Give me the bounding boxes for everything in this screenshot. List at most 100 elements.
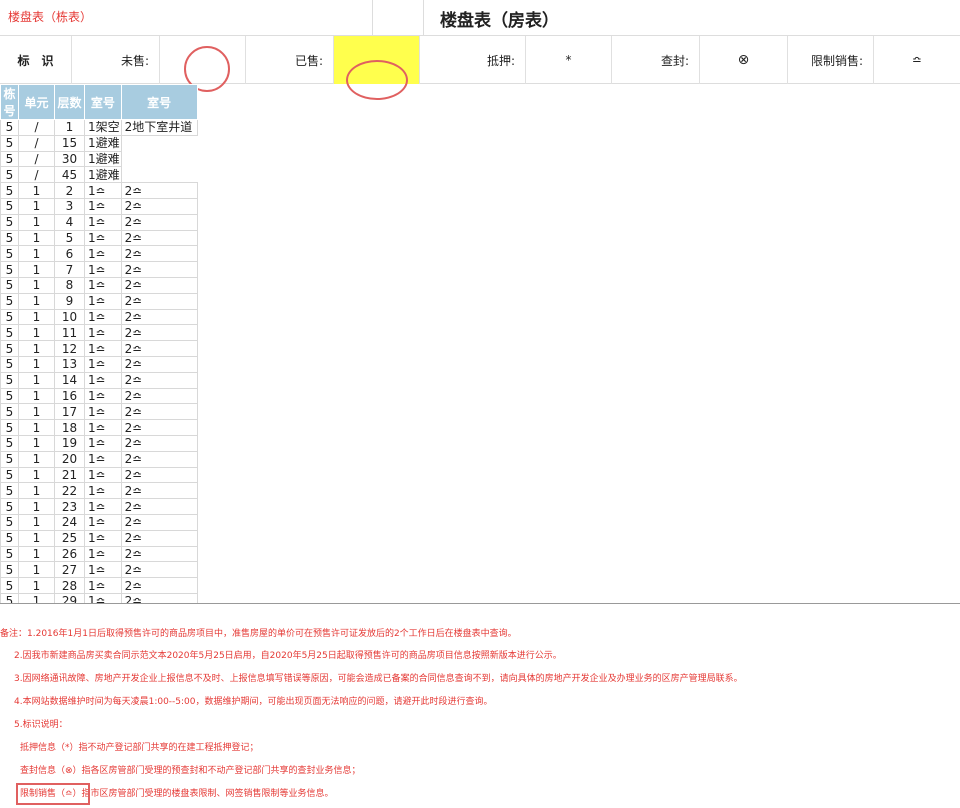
cell-room-2[interactable]: 2≏ bbox=[120, 261, 198, 278]
tab-building-table-label[interactable]: 楼盘表（栋表） bbox=[8, 8, 92, 25]
cell-room-1[interactable]: 1≏ bbox=[84, 592, 122, 603]
cell-building: 5 bbox=[0, 513, 19, 531]
cell-room-2[interactable]: 2≏ bbox=[120, 434, 198, 452]
cell-room-2[interactable]: 2≏ bbox=[120, 245, 198, 263]
table-row: 5 1 14 1≏ 2≏ bbox=[0, 371, 198, 389]
cell-room-2[interactable]: 2≏ bbox=[120, 498, 198, 515]
cell-room-1[interactable]: 1≏ bbox=[84, 545, 122, 563]
table-row: 5 1 16 1≏ 2≏ bbox=[0, 387, 198, 405]
cell-room-1[interactable]: 1架空 bbox=[84, 119, 122, 136]
cell-room-2[interactable]: 2≏ bbox=[120, 371, 198, 389]
cell-unit: 1 bbox=[18, 403, 55, 421]
table-row: 5 1 29 1≏ 2≏ bbox=[0, 592, 198, 603]
cell-room-2[interactable]: 2≏ bbox=[120, 419, 198, 436]
cell-floor: 29 bbox=[54, 592, 85, 603]
cell-building: 5 bbox=[0, 340, 19, 357]
cell-room-2[interactable]: 2≏ bbox=[120, 276, 198, 294]
cell-room-1[interactable]: 1≏ bbox=[84, 371, 122, 389]
cell-floor: 8 bbox=[54, 276, 85, 294]
cell-room-2[interactable]: 2≏ bbox=[120, 355, 198, 373]
cell-unit: 1 bbox=[18, 261, 55, 278]
cell-room-1[interactable]: 1≏ bbox=[84, 513, 122, 531]
cell-building: 5 bbox=[0, 450, 19, 468]
cell-room-1[interactable]: 1≏ bbox=[84, 182, 122, 199]
cell-room-2[interactable]: 2≏ bbox=[120, 340, 198, 357]
mortgage-icon: * bbox=[565, 53, 572, 67]
cell-floor: 27 bbox=[54, 561, 85, 579]
cell-room-2[interactable]: 2≏ bbox=[120, 482, 198, 500]
cell-room-2[interactable]: 2≏ bbox=[120, 513, 198, 531]
cell-room-1[interactable]: 1≏ bbox=[84, 324, 122, 342]
cell-unit: 1 bbox=[18, 545, 55, 563]
cell-room-1[interactable]: 1≏ bbox=[84, 577, 122, 594]
annotation-box-restrict bbox=[16, 783, 90, 805]
cell-room-2[interactable]: 2≏ bbox=[120, 182, 198, 199]
cell-room-1[interactable]: 1≏ bbox=[84, 245, 122, 263]
cell-room-1[interactable]: 1≏ bbox=[84, 197, 122, 215]
cell-room-1[interactable]: 1避难 bbox=[84, 150, 122, 168]
cell-room-1[interactable]: 1≏ bbox=[84, 434, 122, 452]
cell-floor: 17 bbox=[54, 403, 85, 421]
cell-room-1[interactable]: 1≏ bbox=[84, 482, 122, 500]
cell-room-1[interactable]: 1≏ bbox=[84, 276, 122, 294]
cell-room-1[interactable]: 1≏ bbox=[84, 355, 122, 373]
legend-bar: 标 识 未售: 已售: 抵押: * 查封: ⊗ 限制销售: ≏ bbox=[0, 36, 960, 84]
grid-body: 5/1 1架空 2地下室井道 5/15 1避难 5/30 1避难 5/45 1避难 5 1 2 1≏ 2≏… bbox=[0, 119, 198, 603]
cell-floor: 9 bbox=[54, 292, 85, 310]
cell-room-1[interactable]: 1≏ bbox=[84, 498, 122, 515]
cell-building: 5 bbox=[0, 166, 19, 184]
cell-floor: 6 bbox=[54, 245, 85, 263]
cell-room-2[interactable]: 2≏ bbox=[120, 592, 198, 603]
cell-room-1[interactable]: 1≏ bbox=[84, 450, 122, 468]
cell-room-2[interactable]: 2地下室井道 bbox=[120, 119, 198, 136]
table-row: 5 1 24 1≏ 2≏ bbox=[0, 513, 198, 531]
cell-room-1[interactable]: 1≏ bbox=[84, 529, 122, 547]
cell-room-2[interactable]: 2≏ bbox=[120, 561, 198, 579]
table-row: 5 1 3 1≏ 2≏ bbox=[0, 197, 198, 215]
cell-room-2[interactable]: 2≏ bbox=[120, 545, 198, 563]
cell-room-1[interactable]: 1≏ bbox=[84, 419, 122, 436]
cell-unit: / bbox=[18, 150, 55, 168]
cell-room-2[interactable]: 2≏ bbox=[120, 213, 198, 231]
table-row: 5/15 1避难 bbox=[0, 134, 198, 152]
cell-room-1[interactable]: 1≏ bbox=[84, 213, 122, 231]
cell-floor: 11 bbox=[54, 324, 85, 342]
cell-room-1[interactable]: 1≏ bbox=[84, 261, 122, 278]
cell-building: 5 bbox=[0, 197, 19, 215]
cell-room-2[interactable]: 2≏ bbox=[120, 387, 198, 405]
cell-room-2[interactable]: 2≏ bbox=[120, 529, 198, 547]
cell-room-1[interactable]: 1避难 bbox=[84, 134, 122, 152]
cell-room-1[interactable]: 1避难 bbox=[84, 166, 122, 184]
cell-unit: 1 bbox=[18, 340, 55, 357]
cell-room-2[interactable]: 2≏ bbox=[120, 403, 198, 421]
cell-room-1[interactable]: 1≏ bbox=[84, 403, 122, 421]
tab-building-table[interactable]: 楼盘表（栋表） bbox=[0, 0, 372, 36]
cell-room-2[interactable]: 2≏ bbox=[120, 466, 198, 484]
cell-room-1[interactable]: 1≏ bbox=[84, 308, 122, 326]
cell-building: 5 bbox=[0, 134, 19, 152]
table-row: 5 1 4 1≏ 2≏ bbox=[0, 213, 198, 231]
grid-header-floor: 层数 bbox=[54, 84, 85, 120]
cell-room-1[interactable]: 1≏ bbox=[84, 340, 122, 357]
cell-room-2[interactable]: 2≏ bbox=[120, 292, 198, 310]
cell-room-2[interactable]: 2≏ bbox=[120, 197, 198, 215]
cell-room-1[interactable]: 1≏ bbox=[84, 292, 122, 310]
table-row: 5 1 28 1≏ 2≏ bbox=[0, 577, 198, 594]
table-row: 5 1 2 1≏ 2≏ bbox=[0, 182, 198, 199]
grid-header-building: 栋号 bbox=[0, 84, 19, 120]
legend-mark-label: 标 识 bbox=[17, 53, 54, 68]
cell-room-1[interactable]: 1≏ bbox=[84, 229, 122, 247]
cell-room-1[interactable]: 1≏ bbox=[84, 387, 122, 405]
cell-room-1[interactable]: 1≏ bbox=[84, 466, 122, 484]
cell-unit: 1 bbox=[18, 577, 55, 594]
cell-room-2[interactable]: 2≏ bbox=[120, 324, 198, 342]
cell-room-2[interactable]: 2≏ bbox=[120, 229, 198, 247]
cell-building: 5 bbox=[0, 308, 19, 326]
cell-room-1[interactable]: 1≏ bbox=[84, 561, 122, 579]
cell-room-2[interactable]: 2≏ bbox=[120, 577, 198, 594]
cell-building: 5 bbox=[0, 355, 19, 373]
cell-building: 5 bbox=[0, 245, 19, 263]
cell-room-2[interactable]: 2≏ bbox=[120, 308, 198, 326]
cell-room-2[interactable]: 2≏ bbox=[120, 450, 198, 468]
cell-unit: 1 bbox=[18, 450, 55, 468]
